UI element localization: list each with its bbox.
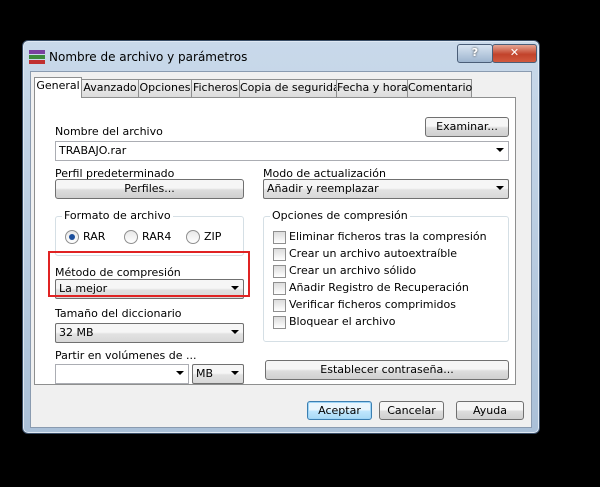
checkbox-delete-files[interactable] <box>273 231 286 244</box>
checkbox-sfx[interactable] <box>273 248 286 261</box>
chevron-down-icon <box>231 371 239 375</box>
method-highlight-box <box>48 251 250 297</box>
chevron-down-icon <box>231 330 239 334</box>
radio-zip-label[interactable]: ZIP <box>204 230 221 243</box>
filename-label: Nombre del archivo <box>55 125 163 138</box>
browse-button[interactable]: Examinar... <box>425 117 509 137</box>
options-group-title: Opciones de compresión <box>270 209 410 222</box>
close-button[interactable]: ✕ <box>492 44 537 63</box>
tab-avanzado[interactable]: Avanzado <box>81 79 139 97</box>
chevron-down-icon <box>176 371 184 375</box>
checkbox-recovery[interactable] <box>273 282 286 295</box>
tab-general[interactable]: General <box>34 77 82 98</box>
dict-value: 32 MB <box>59 326 94 339</box>
dict-select[interactable]: 32 MB <box>55 323 244 343</box>
split-unit-select[interactable]: MB <box>192 364 244 384</box>
filename-value: TRABAJO.rar <box>59 144 127 157</box>
filename-input[interactable]: TRABAJO.rar <box>55 141 509 161</box>
help-button[interactable]: Ayuda <box>456 401 524 420</box>
title-bar[interactable]: Nombre de archivo y parámetros ? ✕ <box>23 41 539 71</box>
tab-comentario[interactable]: Comentario <box>407 79 472 97</box>
options-group: Opciones de compresión Eliminar ficheros… <box>263 209 509 342</box>
checkbox-verify[interactable] <box>273 299 286 312</box>
tab-ficheros[interactable]: Ficheros <box>191 79 240 97</box>
tab-copia-seguridad[interactable]: Copia de seguridad <box>239 79 347 97</box>
update-mode-select[interactable]: Añadir y reemplazar <box>263 179 509 199</box>
radio-rar4-label[interactable]: RAR4 <box>142 230 171 243</box>
format-group-title: Formato de archivo <box>62 209 173 222</box>
checkbox-sfx-label[interactable]: Crear un archivo autoextraíble <box>289 247 457 260</box>
set-password-button[interactable]: Establecer contraseña... <box>265 360 509 380</box>
checkbox-verify-label[interactable]: Verificar ficheros comprimidos <box>289 298 456 311</box>
checkbox-delete-files-label[interactable]: Eliminar ficheros tras la compresión <box>289 230 487 243</box>
split-label: Partir en volúmenes de ... <box>55 349 197 362</box>
checkbox-lock[interactable] <box>273 316 286 329</box>
radio-rar[interactable] <box>65 230 79 244</box>
radio-rar4[interactable] <box>124 230 138 244</box>
checkbox-recovery-label[interactable]: Añadir Registro de Recuperación <box>289 281 469 294</box>
radio-zip[interactable] <box>186 230 200 244</box>
profiles-button[interactable]: Perfiles... <box>55 179 244 199</box>
window-title: Nombre de archivo y parámetros <box>49 50 248 64</box>
help-title-button[interactable]: ? <box>457 44 493 63</box>
checkbox-solid[interactable] <box>273 265 286 278</box>
winrar-app-icon <box>29 50 45 64</box>
format-group: Formato de archivo RAR RAR4 ZIP <box>55 209 244 256</box>
dialog-window: Nombre de archivo y parámetros ? ✕ Gener… <box>22 40 540 434</box>
tab-fecha-hora[interactable]: Fecha y hora <box>336 79 408 97</box>
radio-rar-label[interactable]: RAR <box>83 230 105 243</box>
tab-opciones[interactable]: Opciones <box>138 79 192 97</box>
update-mode-value: Añadir y reemplazar <box>267 182 379 195</box>
cancel-button[interactable]: Cancelar <box>379 401 444 420</box>
dialog-client: General Avanzado Opciones Ficheros Copia… <box>30 71 532 428</box>
chevron-down-icon <box>496 148 504 152</box>
split-input[interactable] <box>55 364 189 384</box>
ok-button[interactable]: Aceptar <box>307 401 372 420</box>
general-panel: Nombre del archivo Examinar... TRABAJO.r… <box>34 97 516 385</box>
checkbox-lock-label[interactable]: Bloquear el archivo <box>289 315 395 328</box>
dict-label: Tamaño del diccionario <box>55 307 182 320</box>
checkbox-solid-label[interactable]: Crear un archivo sólido <box>289 264 416 277</box>
split-unit-value: MB <box>196 367 214 380</box>
chevron-down-icon <box>496 186 504 190</box>
